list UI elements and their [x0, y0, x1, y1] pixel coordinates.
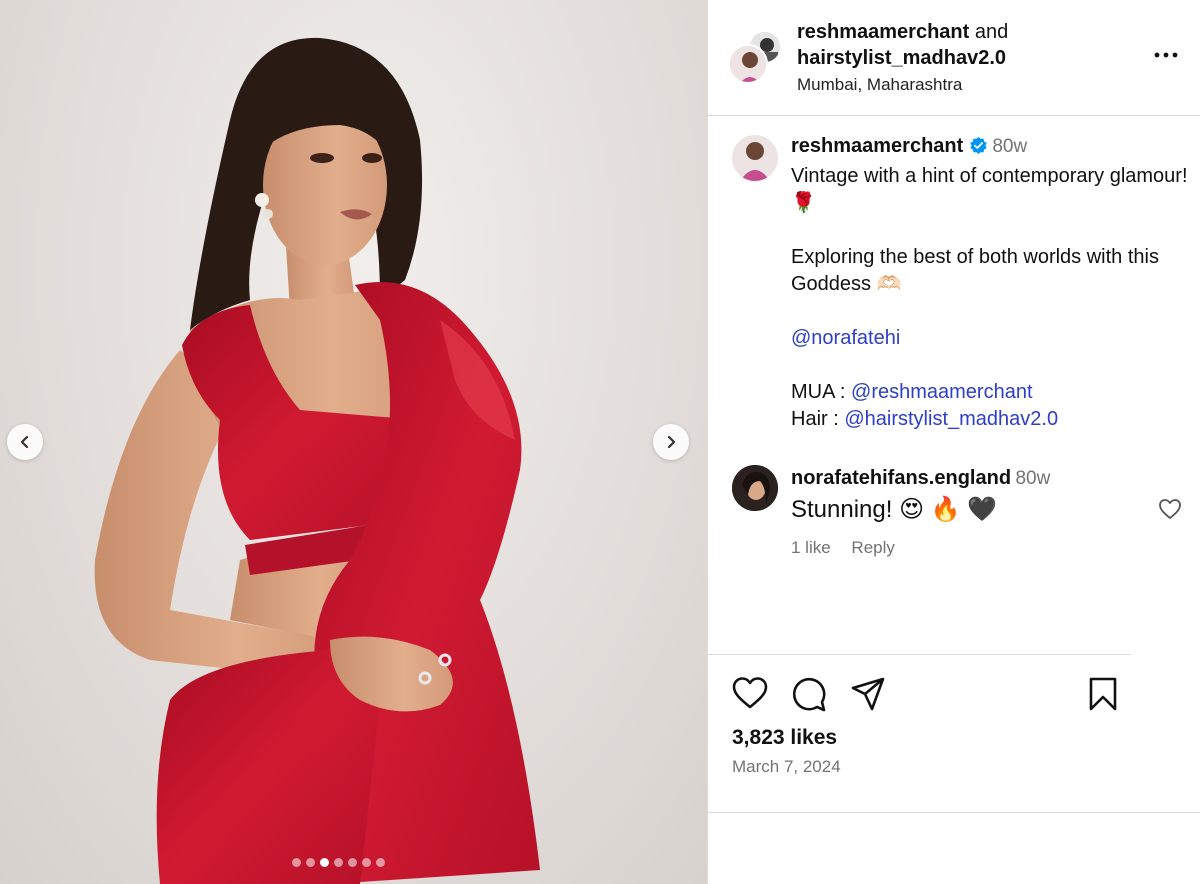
comment-username[interactable]: norafatehifans.england	[791, 467, 1011, 489]
post-header: reshmaamerchant and hairstylist_madhav2.…	[708, 0, 1200, 115]
likes-count[interactable]: 3,823 likes	[732, 726, 837, 750]
carousel-dots	[292, 858, 385, 867]
collab-avatars[interactable]	[728, 30, 782, 84]
carousel-dot	[306, 858, 315, 867]
carousel-dot	[362, 858, 371, 867]
comment-button[interactable]	[791, 676, 827, 717]
bookmark-icon	[1089, 677, 1117, 711]
caption-username[interactable]: reshmaamerchant	[791, 135, 963, 157]
comment-time[interactable]: 80w	[1015, 468, 1050, 489]
next-photo-button[interactable]	[653, 424, 689, 460]
header-divider	[708, 115, 1200, 116]
comment-text: Stunning! 😍 🔥 🖤	[791, 496, 998, 523]
carousel-dot	[292, 858, 301, 867]
mua-label: MUA :	[791, 381, 852, 403]
heart-icon	[1159, 499, 1181, 519]
actions-divider	[708, 654, 1131, 655]
author-avatar	[728, 44, 768, 84]
more-options-button[interactable]	[1153, 46, 1179, 69]
location[interactable]: Mumbai, Maharashtra	[797, 73, 1008, 97]
carousel-dot	[348, 858, 357, 867]
mention-mua[interactable]: @reshmaamerchant	[851, 381, 1032, 403]
pane-divider	[707, 0, 708, 884]
carousel-dot-active	[320, 858, 329, 867]
previous-photo-button[interactable]	[7, 424, 43, 460]
caption-time[interactable]: 80w	[992, 136, 1027, 157]
author-username[interactable]: reshmaamerchant	[797, 21, 969, 43]
verified-badge-icon	[969, 136, 988, 163]
mention-hair[interactable]: @hairstylist_madhav2.0	[844, 408, 1058, 430]
paper-plane-icon	[851, 677, 885, 711]
carousel-dot	[376, 858, 385, 867]
like-button[interactable]	[732, 676, 768, 715]
post-actions	[732, 676, 1132, 714]
coauthor-username[interactable]: hairstylist_madhav2.0	[797, 47, 1006, 69]
comment-bubble-icon	[792, 677, 826, 712]
comment-body: norafatehifans.england 80w Stunning! 😍 🔥…	[791, 467, 1151, 558]
carousel-dot	[334, 858, 343, 867]
post-photo	[94, 37, 540, 884]
and-text: and	[974, 21, 1009, 43]
save-button[interactable]	[1088, 676, 1118, 717]
share-button[interactable]	[850, 676, 886, 717]
caption-line-2: Exploring the best of both worlds with t…	[791, 246, 1159, 295]
comment-avatar[interactable]	[732, 465, 778, 511]
caption-line-1: Vintage with a hint of contemporary glam…	[791, 165, 1188, 214]
caption-avatar[interactable]	[732, 135, 778, 181]
heart-icon	[732, 677, 768, 709]
chevron-left-icon	[20, 435, 29, 449]
comment-reply-button[interactable]: Reply	[851, 538, 894, 557]
comment-like-button[interactable]	[1158, 498, 1182, 525]
post-date[interactable]: March 7, 2024	[732, 757, 841, 777]
post-media[interactable]	[0, 0, 707, 884]
header-text: reshmaamerchant and hairstylist_madhav2.…	[797, 19, 1008, 97]
chevron-right-icon	[667, 435, 676, 449]
bottom-divider	[708, 812, 1200, 813]
hair-label: Hair :	[791, 408, 845, 430]
mention-norafatehi[interactable]: @norafatehi	[791, 327, 900, 349]
comment-likes[interactable]: 1 like	[791, 538, 831, 557]
caption-body: reshmaamerchant 80w Vintage with a hint o…	[791, 133, 1191, 433]
more-options-icon	[1154, 52, 1178, 58]
